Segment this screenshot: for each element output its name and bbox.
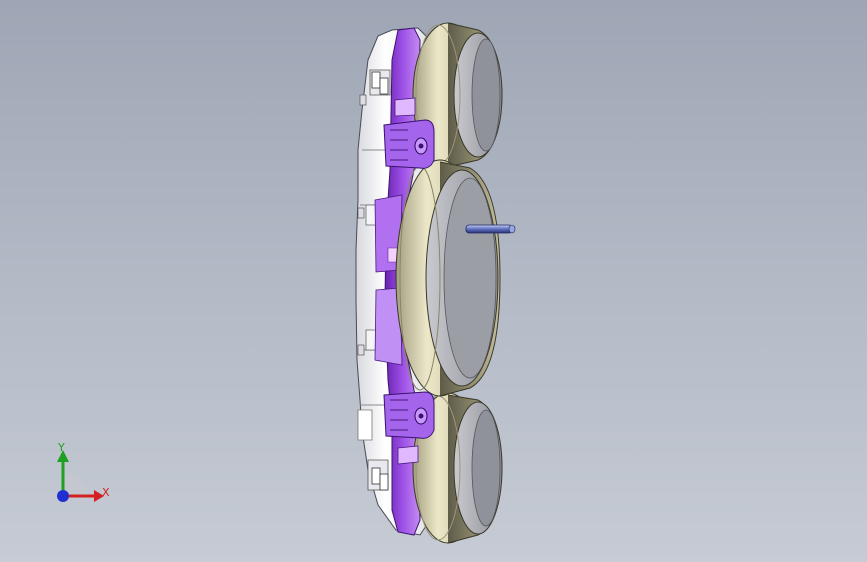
cad-model[interactable] — [0, 0, 867, 562]
y-axis-label: Y — [58, 441, 65, 454]
center-gauge-ring — [395, 159, 501, 397]
z-axis-dot — [57, 490, 69, 502]
graphics-viewport[interactable]: Y X — [0, 0, 867, 562]
x-axis-label: X — [102, 486, 110, 499]
needle-pin — [465, 224, 516, 234]
reference-triad — [57, 450, 104, 502]
